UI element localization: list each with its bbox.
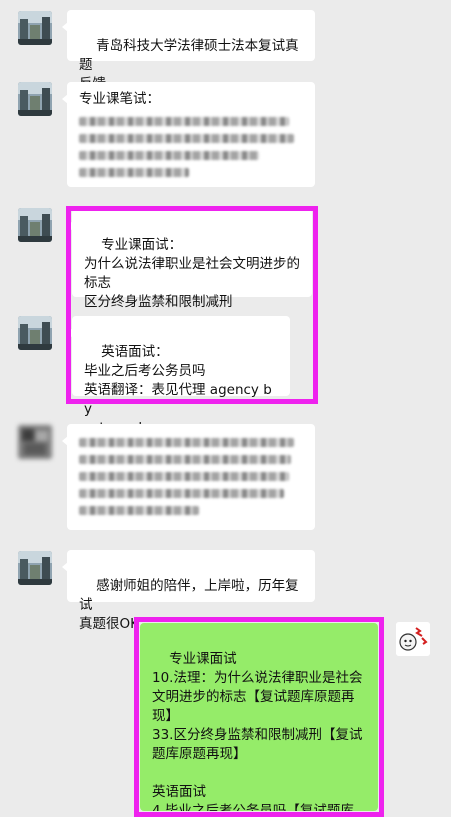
chat-window: 青岛科技大学法律硕士法本复试真题 反馈 专业课笔试： 专业课面试： 为什 xyxy=(0,0,451,817)
blurred-text-line xyxy=(79,168,189,177)
message-bubble[interactable]: 青岛科技大学法律硕士法本复试真题 反馈 xyxy=(62,10,315,92)
message-bubble[interactable] xyxy=(62,424,315,530)
self-avatar[interactable] xyxy=(396,622,430,656)
blurred-text-line xyxy=(79,117,289,126)
message-bubble[interactable]: 专业课笔试： xyxy=(62,82,315,187)
message-bubble[interactable]: 感谢师姐的陪伴，上岸啦，历年复试 真题很OK xyxy=(62,550,315,632)
blurred-text-line xyxy=(79,489,284,498)
contact-avatar[interactable] xyxy=(18,551,52,585)
blurred-text-line xyxy=(79,438,294,447)
contact-avatar[interactable] xyxy=(18,11,52,45)
contact-avatar[interactable] xyxy=(18,316,52,350)
message-title: 专业课笔试： xyxy=(79,91,160,107)
contact-avatar[interactable] xyxy=(18,425,52,459)
blurred-text-line xyxy=(79,134,294,143)
contact-avatar[interactable] xyxy=(18,208,52,242)
contact-avatar[interactable] xyxy=(18,82,52,116)
highlight-frame xyxy=(134,617,384,817)
blurred-text-line xyxy=(79,151,259,160)
blurred-text-line xyxy=(79,506,199,515)
blurred-text-line xyxy=(79,455,291,464)
blurred-text-line xyxy=(79,472,289,481)
highlight-frame xyxy=(66,206,318,404)
